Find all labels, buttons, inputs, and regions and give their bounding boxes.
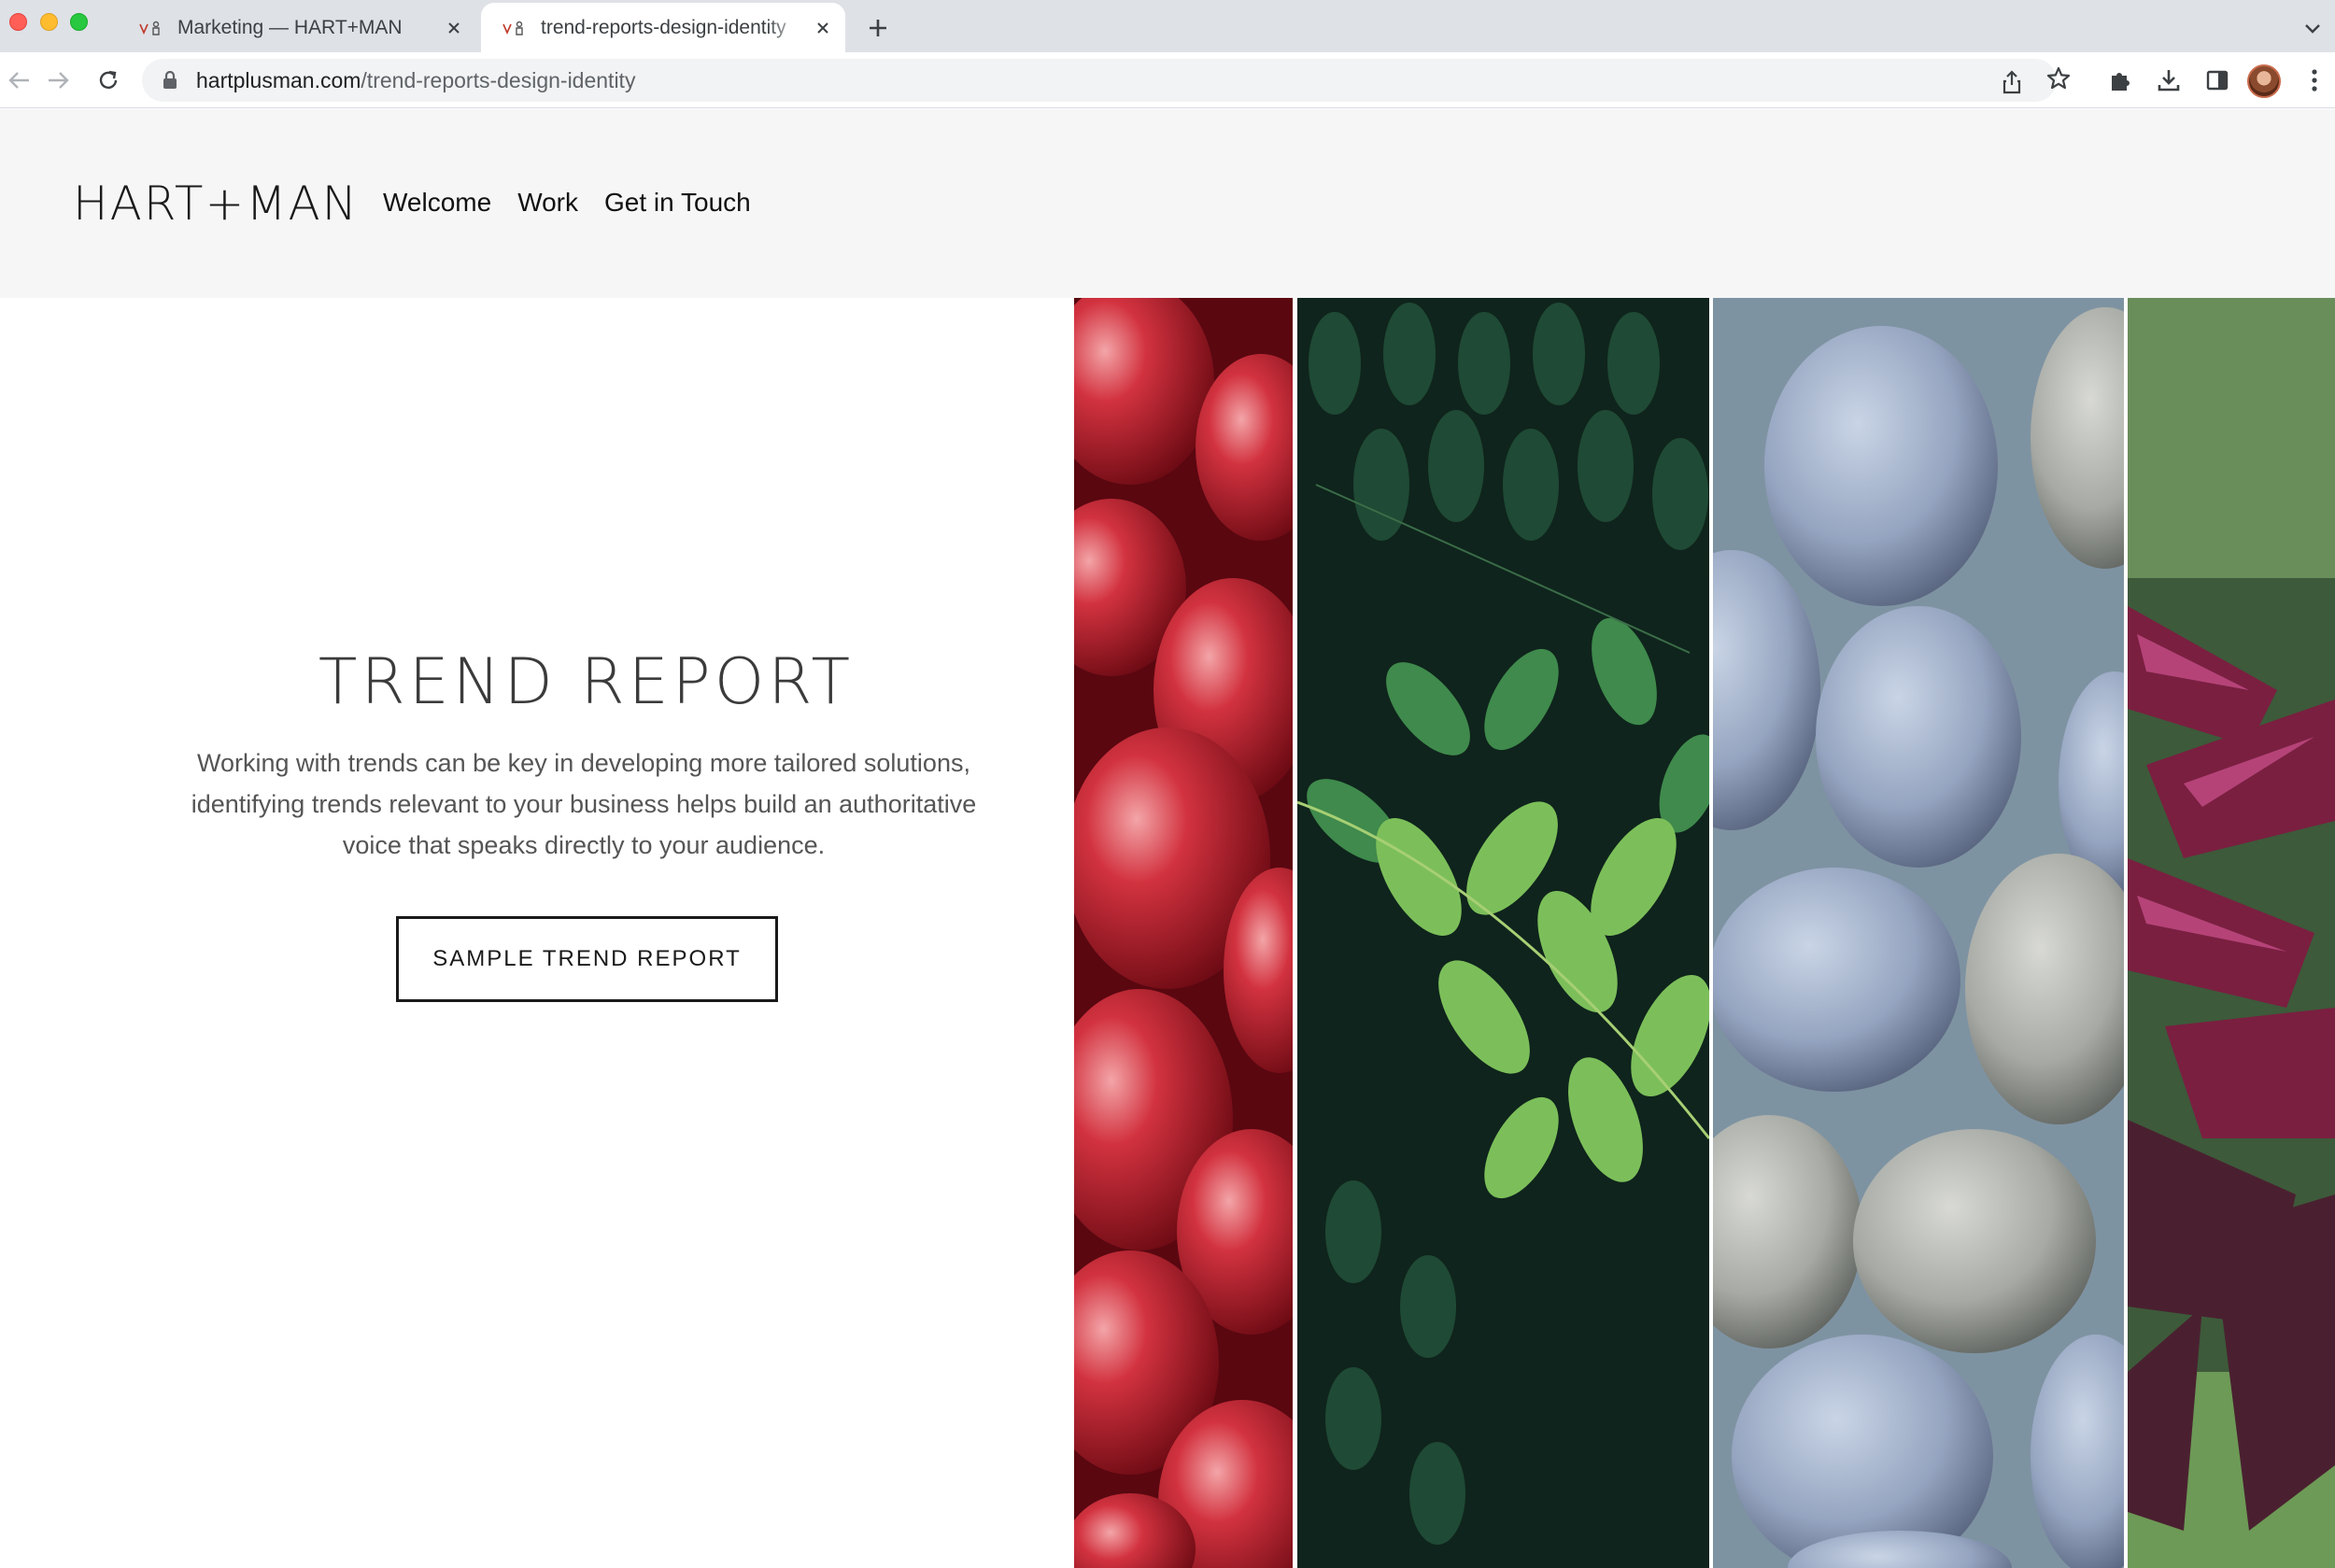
site-header: HART+MAN Welcome Work Get in Touch	[0, 109, 2335, 298]
site-logo[interactable]: HART+MAN	[73, 177, 359, 231]
sample-trend-report-button[interactable]: SAMPLE TREND REPORT	[396, 916, 778, 1002]
nav-link-welcome[interactable]: Welcome	[383, 188, 491, 218]
pomegranate-seeds-image	[1074, 298, 1293, 1568]
browser-tab-trend-reports[interactable]: trend-reports-design-identity	[481, 3, 845, 52]
lock-icon[interactable]	[163, 69, 181, 92]
hero-description: Working with trends can be key in develo…	[191, 749, 977, 859]
green-leaves-image	[1297, 298, 1709, 1568]
address-bar[interactable]: hartplusman.com/trend-reports-design-ide…	[142, 59, 2057, 102]
browser-tab-strip: Marketing — HART+MAN trend-reports-desig…	[0, 0, 2335, 52]
window-close-button[interactable]	[9, 13, 27, 31]
bookmark-star-icon[interactable]	[2042, 62, 2075, 95]
image-gallery	[1074, 298, 2335, 1568]
tab-close-icon[interactable]	[437, 11, 471, 45]
site-favicon-icon	[498, 19, 531, 37]
forward-arrow-icon[interactable]	[40, 62, 78, 99]
hero-title: TREND REPORT	[318, 645, 855, 719]
browser-menu-kebab-icon[interactable]	[2296, 62, 2333, 99]
profile-avatar[interactable]	[2247, 64, 2281, 98]
browser-toolbar: hartplusman.com/trend-reports-design-ide…	[0, 52, 2335, 108]
tab-search-chevron-down-icon[interactable]	[2296, 11, 2329, 45]
back-arrow-icon[interactable]	[0, 62, 37, 99]
url-domain: hartplusman.com	[196, 67, 361, 92]
nav-link-work[interactable]: Work	[517, 188, 578, 218]
main-nav: Welcome Work Get in Touch	[383, 188, 751, 218]
dark-purple-flower-image	[2128, 298, 2335, 1568]
window-minimize-button[interactable]	[40, 13, 58, 31]
url-text: hartplusman.com/trend-reports-design-ide…	[196, 68, 635, 93]
nav-link-get-in-touch[interactable]: Get in Touch	[604, 188, 751, 218]
url-path: /trend-reports-design-identity	[361, 67, 636, 92]
share-icon[interactable]	[1995, 65, 2029, 99]
tab-title: trend-reports-design-identity	[541, 16, 786, 38]
new-tab-plus-icon[interactable]	[861, 11, 895, 45]
site-favicon-icon	[134, 19, 168, 37]
side-panel-icon[interactable]	[2199, 62, 2236, 99]
browser-tab-marketing[interactable]: Marketing — HART+MAN	[121, 3, 476, 52]
tab-title: Marketing — HART+MAN	[177, 16, 403, 38]
speckled-blue-eggs-image	[1713, 298, 2124, 1568]
extensions-puzzle-icon[interactable]	[2102, 62, 2139, 99]
tab-close-icon[interactable]	[806, 11, 840, 45]
reload-icon[interactable]	[90, 62, 127, 99]
window-zoom-button[interactable]	[70, 13, 88, 31]
download-icon[interactable]	[2150, 62, 2187, 99]
